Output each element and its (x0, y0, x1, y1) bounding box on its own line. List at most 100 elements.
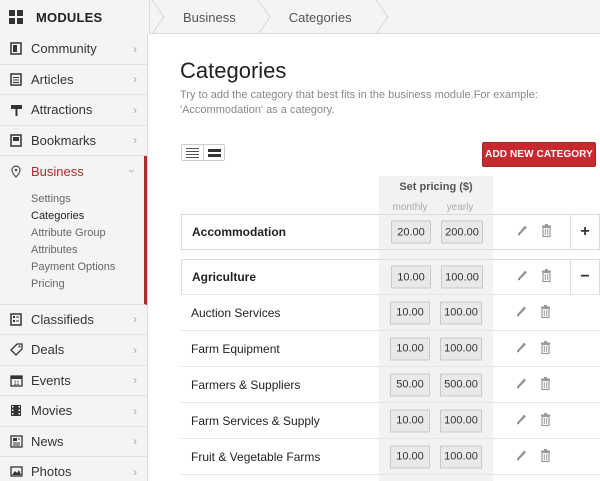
expand-button[interactable]: + (570, 215, 599, 249)
category-name: Fruit & Vegetable Farms (191, 449, 321, 464)
sidebar-item-label: Attractions (31, 102, 93, 118)
page-description: Try to add the category that best fits i… (180, 89, 538, 116)
business-subnav: Settings Categories Attribute Group Attr… (0, 186, 147, 305)
monthly-price-input[interactable] (391, 220, 431, 244)
pencil-icon[interactable] (515, 376, 527, 393)
trash-icon[interactable] (540, 340, 551, 357)
yearly-price-input[interactable] (440, 373, 482, 396)
category-row: Farm Services & Supply (181, 403, 600, 439)
subnav-item-pricing[interactable]: Pricing (31, 276, 144, 293)
sidebar-item-label: Community (31, 41, 97, 57)
pencil-icon[interactable] (515, 412, 527, 429)
trash-icon[interactable] (540, 376, 551, 393)
trash-icon[interactable] (540, 304, 551, 321)
yearly-price-input[interactable] (441, 265, 483, 289)
pencil-icon[interactable] (515, 304, 527, 321)
subnav-item-payment-options[interactable]: Payment Options (31, 259, 144, 276)
articles-icon (9, 72, 23, 86)
monthly-price-input[interactable] (390, 409, 430, 432)
top-bar: MODULES Business Categories (0, 0, 600, 34)
sidebar-item-label: Movies (31, 403, 73, 419)
category-name: Farm Equipment (191, 341, 280, 356)
collapse-button[interactable]: − (570, 260, 599, 294)
sidebar-item-attractions[interactable]: Attractions › (0, 95, 147, 126)
subnav-item-settings[interactable]: Settings (31, 191, 144, 208)
category-row: Fruit & Vegetable Farms (181, 439, 600, 475)
chevron-right-icon: › (133, 133, 137, 148)
subnav-item-attributes[interactable]: Attributes (31, 242, 144, 259)
trash-icon[interactable] (540, 412, 551, 429)
monthly-price-input[interactable] (390, 301, 430, 324)
sidebar-item-movies[interactable]: Movies › (0, 396, 147, 427)
category-name: Farm Services & Supply (191, 413, 320, 428)
location-pin-icon (9, 164, 23, 178)
subnav-item-attribute-group[interactable]: Attribute Group (31, 225, 144, 242)
sidebar-item-label: Business (31, 163, 84, 179)
chevron-right-icon: › (133, 464, 137, 479)
monthly-price-input[interactable] (390, 445, 430, 468)
breadcrumb-separator (150, 0, 166, 34)
main-content: Categories Try to add the category that … (148, 34, 600, 481)
bookmark-icon (9, 133, 23, 147)
trash-icon[interactable] (541, 269, 552, 286)
news-icon (9, 434, 23, 448)
monthly-price-input[interactable] (391, 265, 431, 289)
pencil-icon[interactable] (515, 448, 527, 465)
trash-icon[interactable] (541, 224, 552, 241)
compact-view-button[interactable] (203, 145, 224, 160)
sidebar-item-classifieds[interactable]: Classifieds › (0, 305, 147, 336)
sidebar-item-photos[interactable]: Photos › (0, 457, 147, 481)
sidebar-item-community[interactable]: Community › (0, 34, 147, 65)
pencil-icon[interactable] (515, 340, 527, 357)
sidebar-item-deals[interactable]: Deals › (0, 335, 147, 366)
page-title: Categories (180, 58, 287, 83)
breadcrumb-categories[interactable]: Categories (272, 0, 374, 34)
trash-icon[interactable] (540, 448, 551, 465)
sidebar-item-label: News (31, 433, 64, 449)
yearly-price-input[interactable] (440, 445, 482, 468)
sidebar-item-label: Bookmarks (31, 132, 97, 148)
list-view-button[interactable] (182, 145, 203, 160)
subnav-item-categories[interactable]: Categories (31, 208, 144, 225)
category-row: Farm Equipment (181, 331, 600, 367)
category-group-row: Accommodation + (181, 214, 600, 250)
category-name: Auction Services (191, 305, 281, 320)
sidebar-item-label: Events (31, 372, 71, 388)
breadcrumb-separator (256, 0, 272, 34)
film-icon (9, 404, 23, 418)
category-row: Farmers & Suppliers (181, 367, 600, 403)
classifieds-icon (9, 312, 23, 326)
sidebar-item-label: Photos (31, 464, 72, 480)
breadcrumb-business[interactable]: Business (166, 0, 256, 34)
yearly-price-input[interactable] (440, 409, 482, 432)
category-name: Accommodation (192, 225, 287, 239)
signpost-icon (9, 103, 23, 117)
sidebar-item-news[interactable]: News › (0, 427, 147, 458)
sidebar-item-events[interactable]: 11 Events › (0, 366, 147, 397)
sidebar-item-label: Classifieds (31, 311, 94, 327)
pencil-icon[interactable] (516, 269, 528, 286)
add-new-category-button[interactable]: ADD NEW CATEGORY (482, 142, 596, 167)
category-row: Auction Services (181, 295, 600, 331)
yearly-price-input[interactable] (440, 301, 482, 324)
breadcrumb-separator (374, 0, 390, 34)
sidebar-item-business[interactable]: Business › (0, 156, 147, 187)
photo-icon (9, 465, 23, 479)
chevron-right-icon: › (133, 434, 137, 449)
pricing-header: Set pricing ($) (399, 181, 473, 193)
community-icon (9, 42, 23, 56)
sidebar-item-articles[interactable]: Articles › (0, 65, 147, 95)
sidebar: Community › Articles › Attractions › Boo… (0, 34, 148, 481)
sidebar-item-bookmarks[interactable]: Bookmarks › (0, 126, 147, 156)
chevron-right-icon: › (133, 102, 137, 117)
view-toggle (181, 144, 225, 161)
monthly-price-input[interactable] (390, 337, 430, 360)
monthly-price-input[interactable] (390, 373, 430, 396)
yearly-price-input[interactable] (441, 220, 483, 244)
brand[interactable]: MODULES (0, 0, 150, 34)
category-group-row: Agriculture − (181, 259, 600, 295)
sidebar-item-label: Articles (31, 71, 74, 87)
yearly-price-input[interactable] (440, 337, 482, 360)
pencil-icon[interactable] (516, 224, 528, 241)
brand-title: MODULES (36, 9, 103, 25)
